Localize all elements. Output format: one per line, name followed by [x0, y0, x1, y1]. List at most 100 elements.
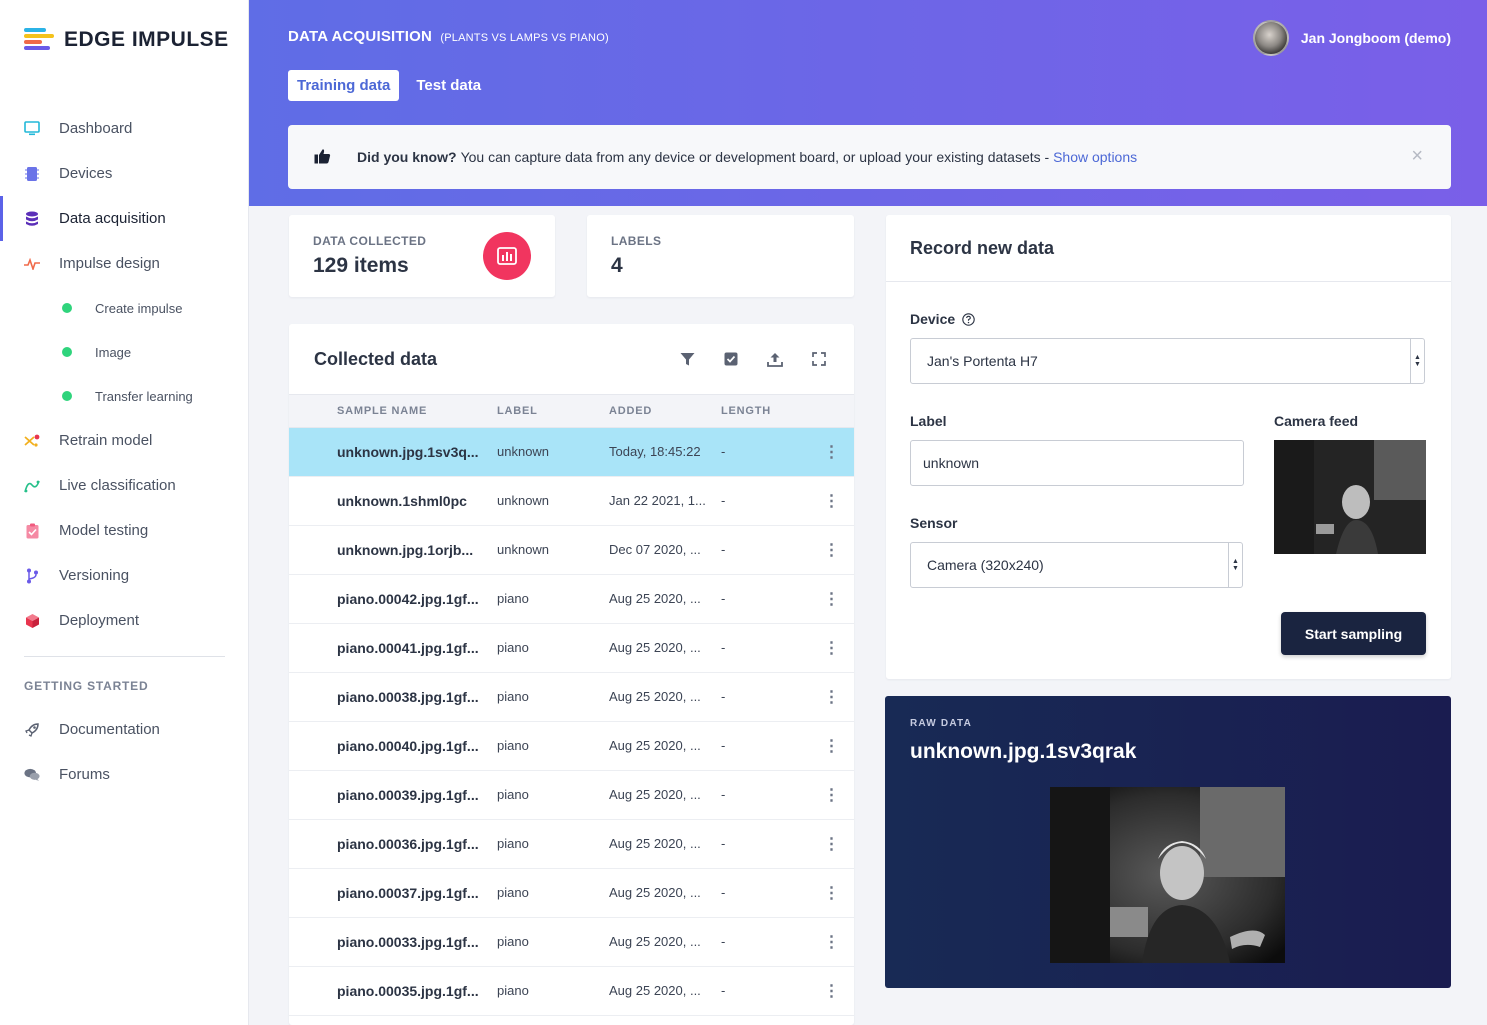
sample-added: Aug 25 2020, ...: [609, 672, 721, 722]
kebab-menu-icon[interactable]: ⋮: [809, 574, 854, 624]
sample-added: Dec 07 2020, ...: [609, 525, 721, 575]
kebab-menu-icon[interactable]: ⋮: [809, 721, 854, 771]
sidebar-subitem-transfer-learning[interactable]: Transfer learning: [0, 374, 249, 418]
kebab-menu-icon[interactable]: ⋮: [809, 868, 854, 918]
sidebar-item-retrain-model[interactable]: Retrain model: [0, 418, 249, 463]
kebab-menu-icon[interactable]: ⋮: [809, 819, 854, 869]
sidebar-item-documentation[interactable]: Documentation: [0, 707, 249, 752]
table-row[interactable]: piano.00039.jpg.1gf... piano Aug 25 2020…: [289, 770, 854, 820]
sidebar-nav: Dashboard Devices Data acquisition Impul…: [0, 106, 249, 797]
tab-training-data[interactable]: Training data: [288, 70, 400, 101]
sidebar-item-model-testing[interactable]: Model testing: [0, 508, 249, 553]
table-row[interactable]: piano.00042.jpg.1gf... piano Aug 25 2020…: [289, 574, 854, 624]
data-collected-card: DATA COLLECTED 129 items: [289, 215, 555, 297]
table-row[interactable]: piano.00038.jpg.1gf... piano Aug 25 2020…: [289, 672, 854, 722]
raw-data-panel: RAW DATA unknown.jpg.1sv3qrak: [885, 696, 1451, 988]
sample-name: piano.00041.jpg.1gf...: [337, 623, 497, 673]
tab-test-data[interactable]: Test data: [407, 70, 490, 101]
sample-label: unknown: [497, 476, 609, 526]
sidebar-item-dashboard[interactable]: Dashboard: [0, 106, 249, 151]
kebab-menu-icon[interactable]: ⋮: [809, 770, 854, 820]
column-header-length[interactable]: LENGTH: [721, 395, 809, 428]
table-row[interactable]: piano.00033.jpg.1gf... piano Aug 25 2020…: [289, 917, 854, 967]
label-input[interactable]: [910, 440, 1244, 486]
sample-name: piano.00040.jpg.1gf...: [337, 721, 497, 771]
show-options-link[interactable]: Show options: [1053, 149, 1137, 165]
column-header-label[interactable]: LABEL: [497, 395, 609, 428]
sidebar-item-label: Live classification: [59, 477, 176, 494]
sidebar-section-title: GETTING STARTED: [24, 679, 149, 693]
logo-icon: [24, 28, 54, 52]
sidebar-item-data-acquisition[interactable]: Data acquisition: [0, 196, 249, 241]
select-checkbox-icon[interactable]: [722, 350, 740, 368]
kebab-menu-icon[interactable]: ⋮: [809, 476, 854, 526]
column-header-added[interactable]: ADDED: [609, 395, 721, 428]
sample-length: -: [721, 427, 809, 477]
sample-length: -: [721, 623, 809, 673]
column-header-sample-name[interactable]: SAMPLE NAME: [337, 395, 497, 428]
sidebar-subitem-create-impulse[interactable]: Create impulse: [0, 286, 249, 330]
collected-data-toolbar: [678, 350, 828, 368]
table-row[interactable]: piano.00041.jpg.1gf... piano Aug 25 2020…: [289, 623, 854, 673]
sidebar-item-live-classification[interactable]: Live classification: [0, 463, 249, 508]
kebab-menu-icon[interactable]: ⋮: [809, 672, 854, 722]
sidebar-item-versioning[interactable]: Versioning: [0, 553, 249, 598]
collected-data-card: Collected data SAMPLE NAME LABEL ADDED L…: [289, 324, 854, 1025]
sample-name: piano.00037.jpg.1gf...: [337, 868, 497, 918]
expand-icon[interactable]: [810, 350, 828, 368]
sidebar-subitem-label: Transfer learning: [95, 388, 193, 404]
sample-added: Aug 25 2020, ...: [609, 819, 721, 869]
data-tabs: Training data Test data: [288, 70, 490, 101]
start-sampling-button[interactable]: Start sampling: [1281, 612, 1426, 655]
sidebar-subitem-image[interactable]: Image: [0, 330, 249, 374]
table-row[interactable]: unknown.jpg.1orjb... unknown Dec 07 2020…: [289, 525, 854, 575]
table-row[interactable]: piano.00035.jpg.1gf... piano Aug 25 2020…: [289, 966, 854, 1016]
close-icon[interactable]: ×: [1411, 145, 1423, 168]
kebab-menu-icon[interactable]: ⋮: [809, 917, 854, 967]
sample-name: piano.00042.jpg.1gf...: [337, 574, 497, 624]
sample-length: -: [721, 819, 809, 869]
avatar: [1252, 20, 1289, 56]
kebab-menu-icon[interactable]: ⋮: [809, 427, 854, 477]
help-icon[interactable]: [962, 313, 975, 329]
sensor-select[interactable]: Camera (320x240) ▲ ▼: [910, 542, 1243, 588]
sample-length: -: [721, 672, 809, 722]
labels-value: 4: [611, 254, 623, 277]
tip-lead: Did you know?: [357, 149, 457, 165]
sample-label: piano: [497, 623, 609, 673]
filter-icon[interactable]: [678, 350, 696, 368]
sample-length: -: [721, 917, 809, 967]
user-menu[interactable]: Jan Jongboom (demo): [1252, 20, 1451, 56]
sample-label: unknown: [497, 525, 609, 575]
status-dot-icon: [62, 391, 72, 401]
sidebar-item-devices[interactable]: Devices: [0, 151, 249, 196]
sample-added: Aug 25 2020, ...: [609, 574, 721, 624]
sample-label: piano: [497, 966, 609, 1016]
logo-text: EDGE IMPULSE: [64, 28, 229, 51]
sidebar-item-forums[interactable]: Forums: [0, 752, 249, 797]
sample-name: unknown.1shml0pc: [337, 476, 497, 526]
sidebar-item-label: Deployment: [59, 612, 140, 629]
page-header: DATA ACQUISITION (PLANTS VS LAMPS VS PIA…: [249, 0, 1487, 206]
sample-added: Aug 25 2020, ...: [609, 868, 721, 918]
sidebar-item-impulse-design[interactable]: Impulse design: [0, 241, 249, 286]
database-icon: [24, 211, 40, 227]
sample-added: Aug 25 2020, ...: [609, 770, 721, 820]
sidebar-item-label: Dashboard: [59, 120, 133, 137]
device-select[interactable]: Jan's Portenta H7 ▲ ▼: [910, 338, 1425, 384]
logo[interactable]: EDGE IMPULSE: [24, 28, 229, 52]
table-row[interactable]: piano.00037.jpg.1gf... piano Aug 25 2020…: [289, 868, 854, 918]
kebab-menu-icon[interactable]: ⋮: [809, 966, 854, 1016]
table-row[interactable]: unknown.1shml0pc unknown Jan 22 2021, 1.…: [289, 476, 854, 526]
upload-icon[interactable]: [766, 350, 784, 368]
sidebar-item-label: Model testing: [59, 522, 149, 539]
table-row[interactable]: piano.00040.jpg.1gf... piano Aug 25 2020…: [289, 721, 854, 771]
kebab-menu-icon[interactable]: ⋮: [809, 525, 854, 575]
table-row[interactable]: piano.00036.jpg.1gf... piano Aug 25 2020…: [289, 819, 854, 869]
sidebar-item-deployment[interactable]: Deployment: [0, 598, 249, 643]
kebab-menu-icon[interactable]: ⋮: [809, 623, 854, 673]
sample-label: piano: [497, 574, 609, 624]
sensor-select-value: Camera (320x240): [927, 557, 1044, 573]
sample-preview-image: [1050, 787, 1285, 963]
table-row[interactable]: unknown.jpg.1sv3q... unknown Today, 18:4…: [289, 427, 854, 477]
